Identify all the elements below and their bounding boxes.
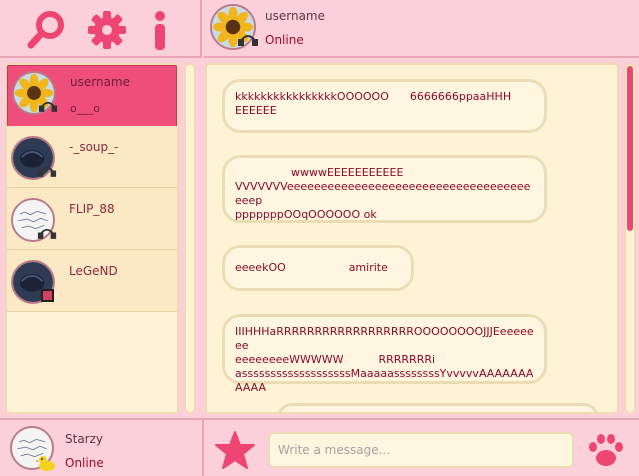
- contact-list: username o___o -_soup_- FLIP_88 LeGeND: [5, 63, 179, 414]
- message-input[interactable]: [268, 432, 574, 468]
- contact-name: -_soup_-: [69, 140, 119, 154]
- chat-header: username Online: [204, 0, 639, 58]
- message-area: kkkkkkkkkkkkkkkkOOOOOO 6666666ppaaHHH EE…: [205, 63, 619, 414]
- contact-name: FLIP_88: [69, 202, 115, 216]
- contact-item-flip88[interactable]: FLIP_88: [7, 188, 177, 250]
- chat-partner-status: Online: [265, 33, 304, 47]
- self-username: Starzy: [65, 432, 104, 446]
- headphones-icon: [38, 101, 58, 112]
- message-bubble: kkkkkkkkkkkkkkkkOOOOOO 6666666ppaaHHH EE…: [222, 79, 547, 133]
- message-bubble: IIIHHHaRRRRRRRRRRRRRRRRRROOOOOOOOJJJEeee…: [222, 314, 547, 394]
- bottom-bar: Starzy Online: [0, 418, 639, 476]
- search-icon[interactable]: [24, 8, 68, 52]
- busy-status-icon: [41, 289, 54, 302]
- contact-item-soup[interactable]: -_soup_-: [7, 126, 177, 188]
- contact-list-scrollbar[interactable]: [184, 63, 196, 414]
- contact-item-username[interactable]: username o___o: [7, 65, 177, 127]
- contact-name: LeGeND: [69, 264, 118, 278]
- headphones-icon: [37, 228, 57, 239]
- paw-icon[interactable]: [586, 430, 626, 470]
- headphones-icon: [37, 166, 57, 177]
- message-scrollbar[interactable]: [624, 63, 636, 414]
- info-icon[interactable]: [138, 8, 182, 52]
- toolbar: [0, 0, 202, 58]
- headphones-icon: [238, 35, 258, 46]
- message-bubble: eeeekOO amirite: [222, 245, 414, 291]
- duck-icon: [36, 456, 55, 471]
- self-status: Online: [65, 456, 104, 470]
- star-icon[interactable]: [214, 430, 256, 470]
- divider: [202, 420, 204, 476]
- contact-mood: o___o: [70, 102, 100, 115]
- contact-item-legend[interactable]: LeGeND: [7, 250, 177, 312]
- gear-icon[interactable]: [85, 8, 129, 52]
- message-scrollbar-thumb[interactable]: [627, 66, 633, 231]
- message-bubble-partial: [277, 403, 599, 412]
- chat-partner-username: username: [265, 9, 325, 23]
- message-bubble: wwwwEEEEEEEEEEE VVVVVVVeeeeeeeeeeeeeeeee…: [222, 155, 547, 223]
- contact-name: username: [70, 75, 130, 89]
